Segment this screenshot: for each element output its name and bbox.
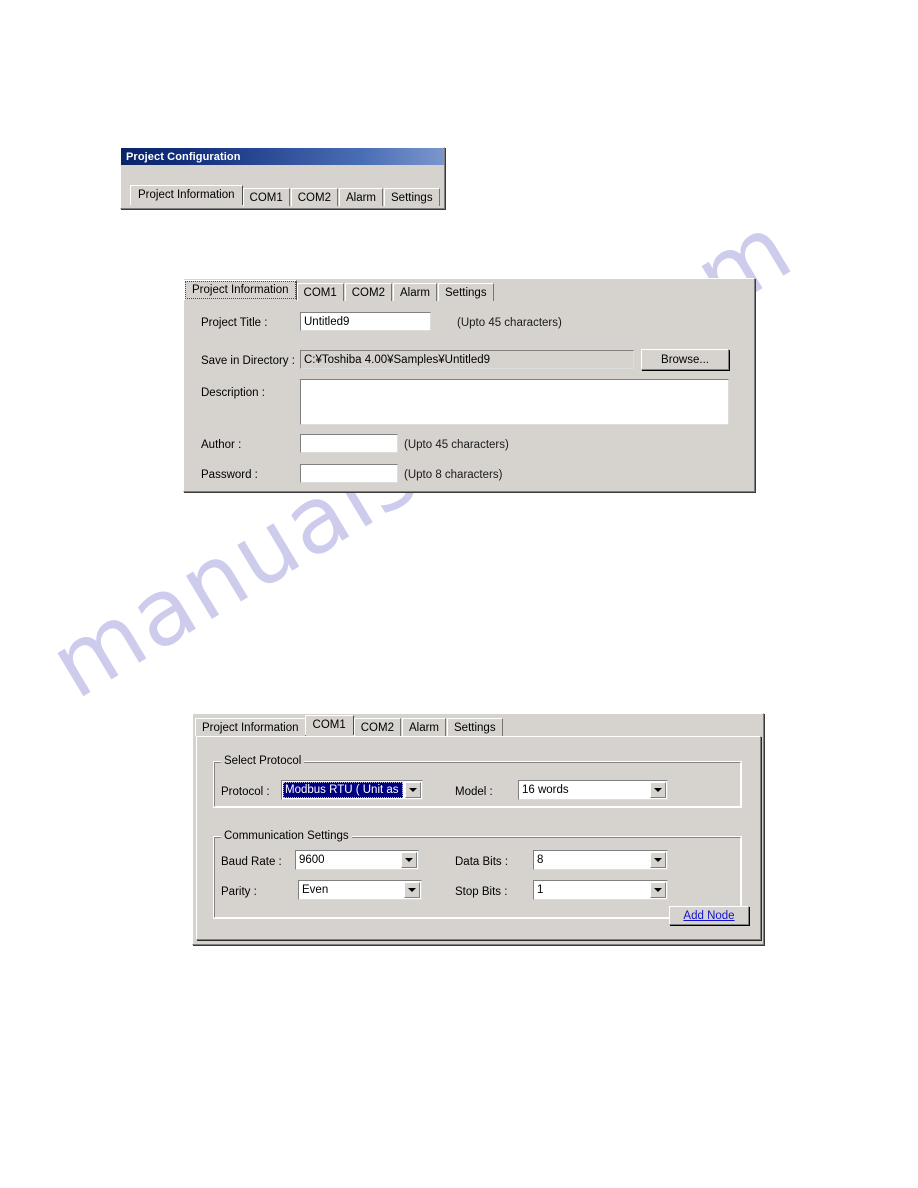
chevron-down-icon[interactable]	[650, 882, 666, 898]
project-title-label: Project Title :	[201, 317, 268, 329]
protocol-label: Protocol :	[221, 786, 270, 798]
tab-project-information[interactable]: Project Information	[184, 280, 297, 300]
tab-label: Alarm	[345, 192, 377, 204]
browse-button-label: Browse...	[661, 353, 709, 366]
project-information-panel: Project Information COM1 COM2 Alarm Sett…	[183, 278, 755, 492]
project-title-input[interactable]: Untitled9	[300, 312, 431, 331]
tab-com2[interactable]: COM2	[353, 718, 401, 736]
baud-rate-combobox[interactable]: 9600	[295, 850, 419, 870]
browse-button[interactable]: Browse...	[641, 349, 729, 370]
author-input[interactable]	[300, 434, 398, 453]
tab-label: COM1	[303, 287, 337, 299]
tab-com1[interactable]: COM1	[242, 188, 290, 206]
description-label: Description :	[201, 387, 265, 399]
tab-settings[interactable]: Settings	[447, 718, 503, 736]
tab-label: COM1	[249, 192, 283, 204]
tab-label: Settings	[454, 722, 496, 734]
window-title: Project Configuration	[126, 150, 241, 163]
baud-rate-value: 9600	[299, 854, 325, 866]
password-label: Password :	[201, 469, 258, 481]
tab-project-information[interactable]: Project Information	[195, 718, 306, 736]
communication-settings-group: Communication Settings	[213, 830, 742, 919]
chevron-down-icon[interactable]	[404, 882, 420, 898]
data-bits-label: Data Bits :	[455, 856, 509, 868]
tab-label: Project Information	[202, 722, 299, 734]
model-label: Model :	[455, 786, 493, 798]
add-node-button[interactable]: Add Node	[669, 906, 749, 925]
tab-alarm[interactable]: Alarm	[401, 718, 447, 736]
data-bits-value: 8	[537, 854, 544, 866]
stop-bits-value: 1	[537, 884, 544, 896]
communication-settings-group-title: Communication Settings	[221, 830, 352, 842]
tab-com2[interactable]: COM2	[290, 188, 338, 206]
model-combobox[interactable]: 16 words	[518, 780, 668, 800]
parity-combobox[interactable]: Even	[298, 880, 422, 900]
tab-settings[interactable]: Settings	[384, 188, 440, 206]
tabstrip-project-information: Project Information COM1 COM2 Alarm Sett…	[184, 280, 495, 301]
protocol-value: Modbus RTU ( Unit as M	[283, 782, 403, 798]
model-value: 16 words	[522, 784, 569, 796]
chevron-down-icon[interactable]	[405, 782, 421, 798]
parity-value: Even	[302, 884, 329, 896]
protocol-combobox[interactable]: Modbus RTU ( Unit as M	[281, 780, 423, 800]
add-node-button-label: Add Node	[683, 909, 735, 922]
tab-label: Alarm	[408, 722, 440, 734]
tab-label: COM2	[351, 287, 385, 299]
tab-com2[interactable]: COM2	[344, 283, 392, 301]
stop-bits-combobox[interactable]: 1	[533, 880, 668, 900]
window-titlebar: Project Configuration	[121, 148, 444, 165]
save-in-directory-input[interactable]: C:¥Toshiba 4.00¥Samples¥Untitled9	[300, 350, 634, 369]
data-bits-combobox[interactable]: 8	[533, 850, 668, 870]
tab-com1[interactable]: COM1	[296, 283, 344, 301]
select-protocol-group-title: Select Protocol	[221, 755, 305, 767]
tabstrip-project-configuration: Project Information COM1 COM2 Alarm Sett…	[130, 185, 441, 206]
password-input[interactable]	[300, 464, 398, 483]
tab-com1[interactable]: COM1	[304, 715, 354, 735]
tab-label: COM2	[297, 192, 331, 204]
tab-label: Alarm	[399, 287, 431, 299]
tab-settings[interactable]: Settings	[438, 283, 494, 301]
project-title-hint: (Upto 45 characters)	[457, 317, 562, 329]
save-in-directory-label: Save in Directory :	[201, 355, 295, 367]
description-textarea[interactable]	[300, 379, 729, 425]
author-hint: (Upto 45 characters)	[404, 439, 509, 451]
tab-alarm[interactable]: Alarm	[338, 188, 384, 206]
chevron-down-icon[interactable]	[401, 852, 417, 868]
author-label: Author :	[201, 439, 242, 451]
password-hint: (Upto 8 characters)	[404, 469, 503, 481]
tab-label: Project Information	[138, 189, 235, 201]
baud-rate-label: Baud Rate :	[221, 856, 282, 868]
chevron-down-icon[interactable]	[650, 782, 666, 798]
tab-alarm[interactable]: Alarm	[392, 283, 438, 301]
tab-label: Project Information	[192, 284, 289, 296]
tab-label: COM2	[360, 722, 394, 734]
tab-label: Settings	[445, 287, 487, 299]
tab-label: Settings	[391, 192, 433, 204]
project-configuration-window: Project Configuration Project Informatio…	[120, 147, 445, 209]
stop-bits-label: Stop Bits :	[455, 886, 508, 898]
com1-panel: Project Information COM1 COM2 Alarm Sett…	[192, 713, 764, 945]
tab-label: COM1	[312, 719, 346, 731]
tabstrip-com1: Project Information COM1 COM2 Alarm Sett…	[195, 715, 504, 736]
parity-label: Parity :	[221, 886, 257, 898]
tab-project-information[interactable]: Project Information	[130, 185, 243, 205]
chevron-down-icon[interactable]	[650, 852, 666, 868]
